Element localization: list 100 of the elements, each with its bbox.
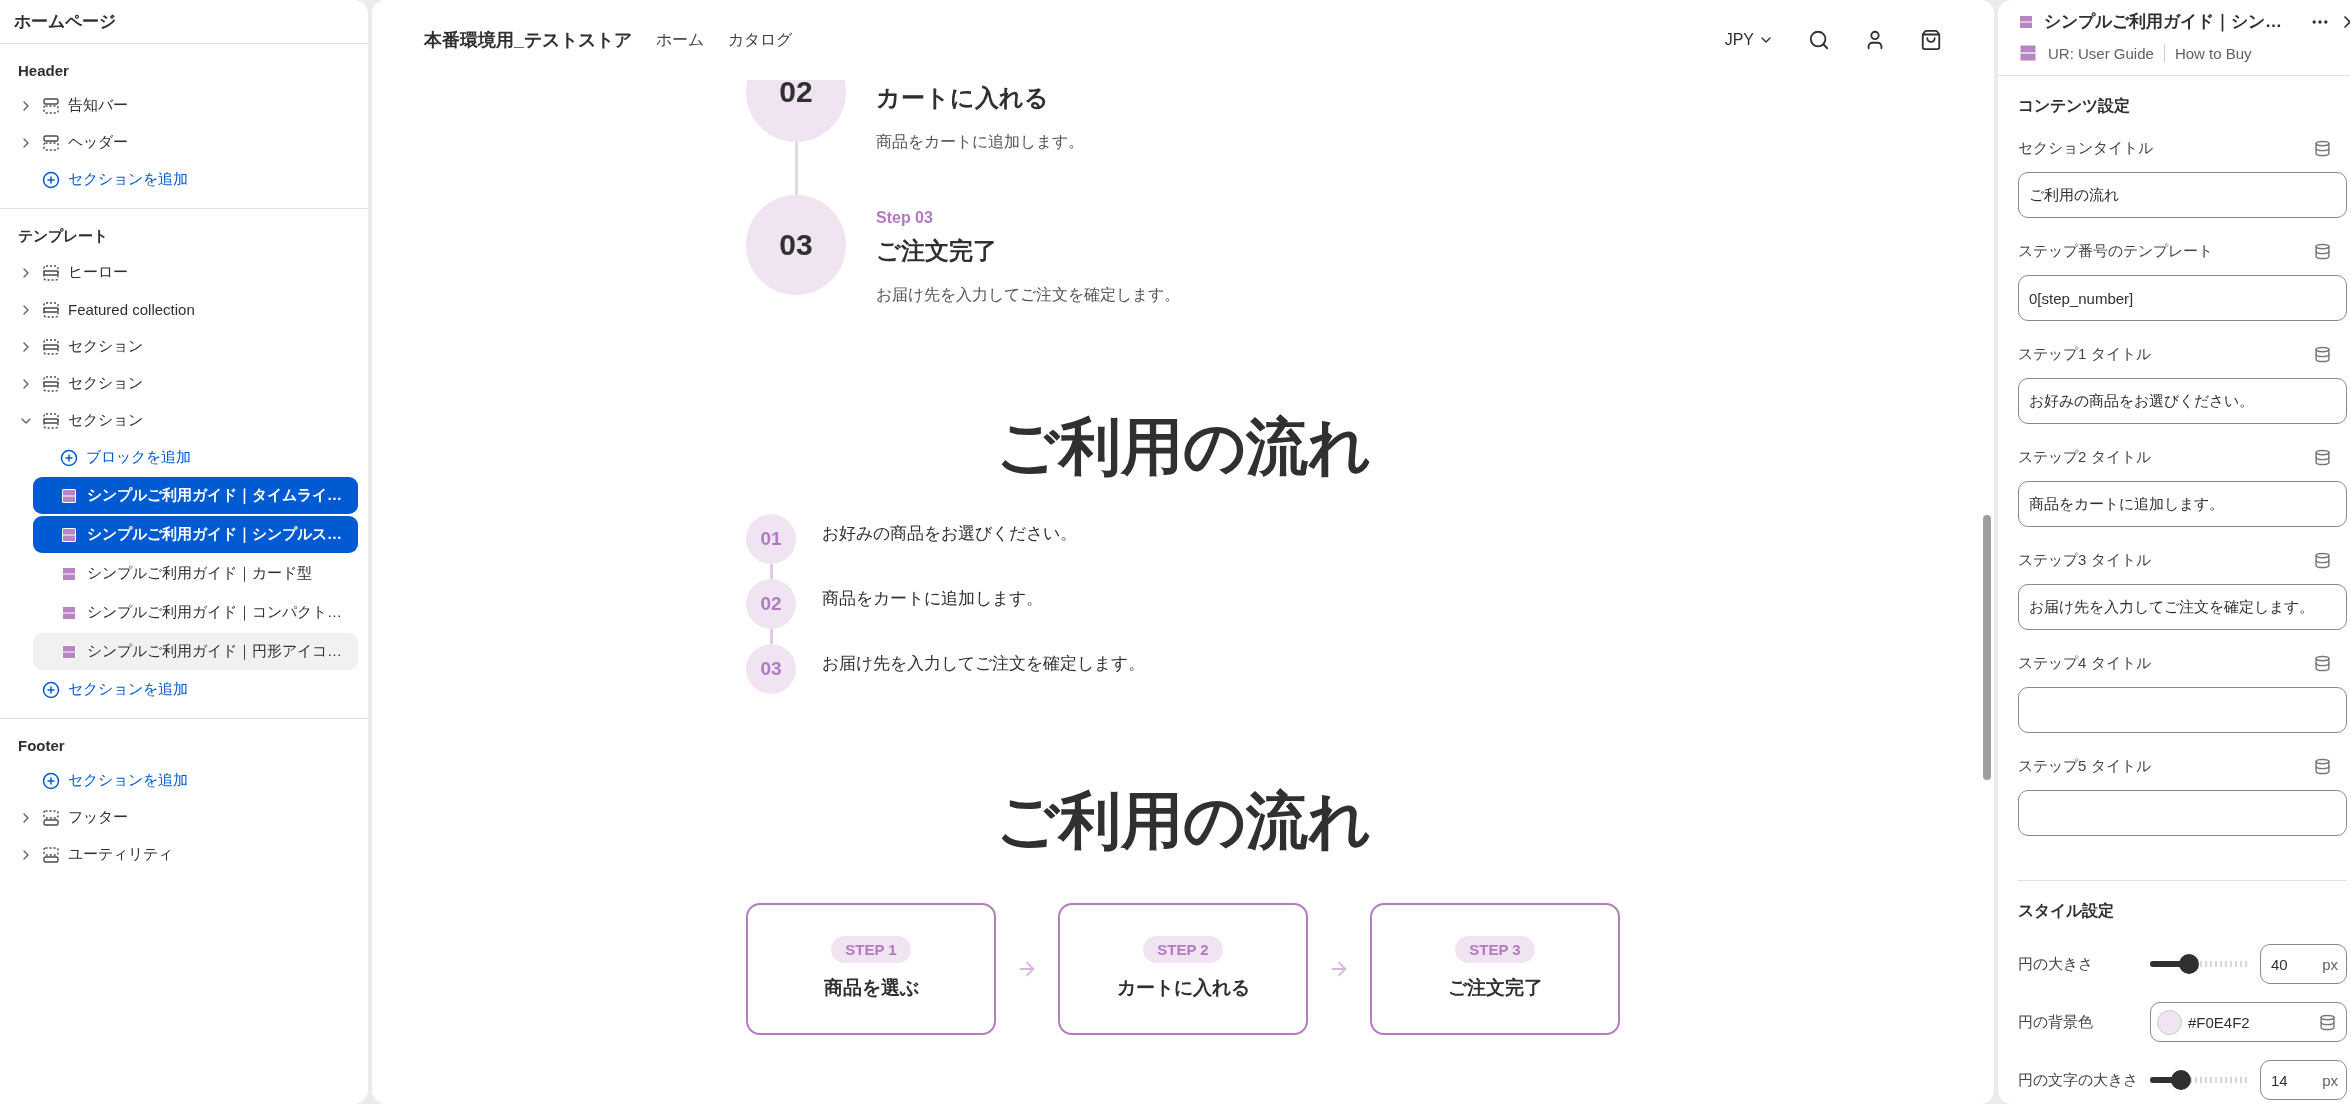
step-title: ご注文完了 [876, 236, 998, 266]
slider-thumb[interactable] [2179, 954, 2199, 974]
field-label: ステップ1 タイトル [2018, 345, 2151, 364]
block-icon [2018, 13, 2034, 30]
group-heading: Footer [17, 736, 66, 756]
block-icon [61, 487, 77, 504]
section-item[interactable]: セクション [0, 365, 368, 402]
text-field[interactable] [2018, 687, 2347, 733]
database-icon[interactable] [2314, 243, 2331, 260]
field-label: ステップ5 タイトル [2018, 757, 2151, 776]
breadcrumb-text: UR: User Guide [2048, 44, 2154, 62]
section-item[interactable]: ヒーロー [0, 254, 368, 291]
add-icon [42, 771, 60, 790]
step-number: 03 [746, 195, 846, 295]
nav-link[interactable]: カタログ [728, 29, 792, 51]
block-item[interactable]: シンプルご利用ガイド｜カード型 [33, 555, 358, 592]
card-title: 商品を選ぶ [823, 976, 919, 1001]
step-number: 03 [746, 644, 796, 695]
panel-title: シンプルご利用ガイド｜シン… [2044, 11, 2282, 33]
add-block-link[interactable]: ブロックを追加 [0, 439, 368, 476]
color-swatch[interactable] [2157, 1009, 2182, 1035]
step-text: 商品をカートに追加します。 [822, 588, 1044, 611]
currency-selector[interactable]: JPY [1724, 31, 1774, 49]
section-icon [42, 133, 60, 152]
block-item[interactable]: シンプルご利用ガイド｜タイムライ… [33, 477, 358, 514]
section-icon [42, 374, 60, 393]
settings-heading: コンテンツ設定 [2018, 96, 2131, 116]
text-field[interactable]: お好みの商品をお選びください。 [2018, 378, 2347, 424]
card-title: ご注文完了 [1447, 976, 1543, 1001]
step-badge: STEP 1 [831, 936, 911, 964]
section-item[interactable]: Featured collection [0, 291, 368, 328]
section-heading: ご利用の流れ [994, 785, 1372, 858]
breadcrumb-text: How to Buy [2174, 44, 2252, 62]
block-icon [61, 604, 77, 621]
step-text: お届け先を入力してご注文を確定します。 [822, 653, 1146, 676]
text-field[interactable]: ご利用の流れ [2018, 172, 2347, 218]
slider[interactable] [2150, 1070, 2250, 1090]
database-icon[interactable] [2319, 1013, 2336, 1031]
store-name[interactable]: 本番環境用_テストストア [424, 28, 632, 52]
add-icon [42, 680, 60, 699]
step-number: 01 [746, 514, 796, 565]
group-heading: Header [17, 61, 70, 81]
database-icon[interactable] [2314, 449, 2331, 466]
section-item[interactable]: ユーティリティ [0, 836, 368, 873]
slider-thumb[interactable] [2171, 1070, 2191, 1090]
field-label: 円の大きさ [2018, 954, 2094, 974]
text-field[interactable]: 商品をカートに追加します。 [2018, 481, 2347, 527]
text-field[interactable]: お届け先を入力してご注文を確定します。 [2018, 584, 2347, 630]
section-item[interactable]: セクション [0, 402, 368, 439]
text-field[interactable]: 0[step_number] [2018, 275, 2347, 321]
field-label: 円の文字の大きさ [2018, 1070, 2139, 1090]
block-icon [2018, 43, 2038, 63]
add-section-link[interactable]: セクションを追加 [0, 161, 368, 198]
group-heading: テンプレート [17, 226, 109, 246]
block-icon [61, 643, 77, 660]
section-icon [42, 263, 60, 282]
section-item[interactable]: 告知バー [0, 87, 368, 124]
section-item[interactable]: フッター [0, 799, 368, 836]
text-field[interactable] [2018, 790, 2347, 836]
step-description: 商品をカートに追加します。 [876, 132, 1085, 152]
block-icon [61, 526, 77, 543]
field-label: ステップ2 タイトル [2018, 448, 2151, 467]
nav-link[interactable]: ホーム [656, 29, 704, 51]
database-icon[interactable] [2314, 758, 2331, 775]
step-text: お好みの商品をお選びください。 [822, 523, 1078, 546]
block-item[interactable]: シンプルご利用ガイド｜円形アイコ… [33, 633, 358, 670]
add-section-link[interactable]: セクションを追加 [0, 762, 368, 799]
search-icon[interactable] [1808, 29, 1830, 51]
step-label: Step 03 [876, 209, 934, 228]
field-label: ステップ3 タイトル [2018, 551, 2151, 570]
block-item[interactable]: シンプルご利用ガイド｜コンパクト… [33, 594, 358, 631]
number-field[interactable]: 14 px [2260, 1060, 2347, 1100]
scrollbar-thumb[interactable] [1983, 515, 1991, 780]
number-field[interactable]: 40 px [2260, 944, 2347, 984]
field-label: ステップ番号のテンプレート [2018, 242, 2213, 261]
color-field[interactable]: #F0E4F2 [2150, 1002, 2347, 1042]
section-icon [42, 845, 60, 864]
settings-heading: スタイル設定 [2018, 901, 2115, 921]
step-number: 02 [746, 579, 796, 630]
database-icon[interactable] [2314, 140, 2331, 157]
section-item[interactable]: ヘッダー [0, 124, 368, 161]
database-icon[interactable] [2314, 552, 2331, 569]
block-item[interactable]: シンプルご利用ガイド｜シンプルス… [33, 516, 358, 553]
section-icon [42, 411, 60, 430]
database-icon[interactable] [2314, 655, 2331, 672]
step-number: 02 [746, 80, 846, 142]
card-title: カートに入れる [1116, 976, 1250, 1001]
database-icon[interactable] [2314, 346, 2331, 363]
section-icon [42, 96, 60, 115]
step-description: お届け先を入力してご注文を確定します。 [876, 285, 1181, 305]
section-item[interactable]: セクション [0, 328, 368, 365]
section-heading: ご利用の流れ [994, 411, 1372, 483]
field-label: 円の背景色 [2018, 1012, 2094, 1032]
add-icon [42, 170, 60, 189]
bag-icon[interactable] [1920, 29, 1942, 51]
slider[interactable] [2150, 954, 2250, 974]
add-section-link[interactable]: セクションを追加 [0, 671, 368, 708]
step-badge: STEP 3 [1455, 936, 1535, 964]
field-label: セクションタイトル [2018, 139, 2153, 158]
step-badge: STEP 2 [1143, 936, 1223, 964]
